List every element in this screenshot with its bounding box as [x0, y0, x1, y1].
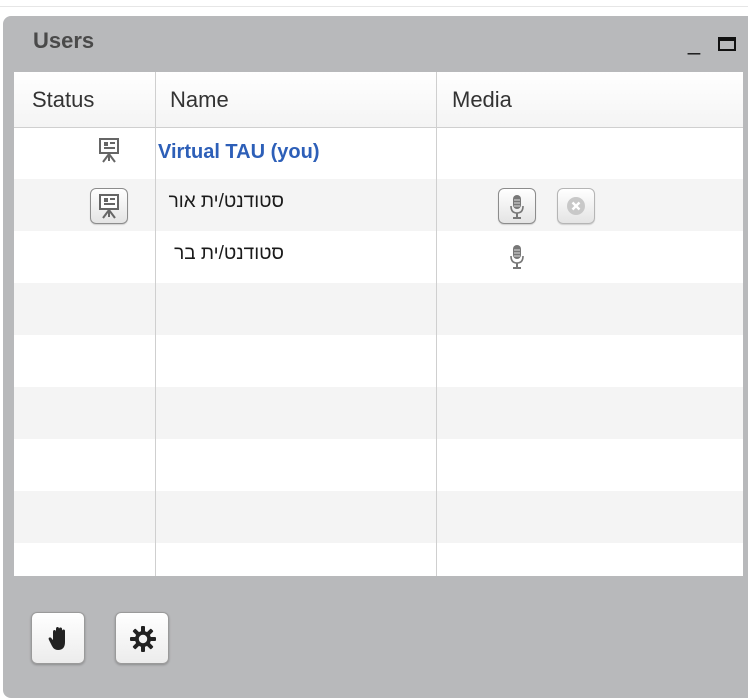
- empty-row: [14, 387, 743, 439]
- user-row[interactable]: סטודנט/ית בר: [14, 231, 743, 283]
- empty-row: [14, 283, 743, 335]
- column-divider: [436, 72, 437, 576]
- users-grid: Status Name Media Virtual TAU (you) סטוד…: [14, 72, 743, 576]
- user-name[interactable]: סטודנט/ית בר: [158, 243, 284, 265]
- column-divider: [155, 72, 156, 576]
- remove-user-button[interactable]: [557, 188, 595, 224]
- user-name[interactable]: סטודנט/ית אור: [158, 191, 284, 213]
- empty-row: [14, 439, 743, 491]
- user-row[interactable]: Virtual TAU (you): [14, 127, 743, 179]
- maximize-button[interactable]: [718, 37, 736, 51]
- panel-footer: [3, 576, 748, 698]
- remove-icon: [567, 197, 585, 215]
- raise-hand-button[interactable]: [31, 612, 85, 664]
- user-row[interactable]: סטודנט/ית אור: [14, 179, 743, 231]
- grid-header: Status Name Media: [14, 72, 743, 128]
- raise-hand-icon: [48, 627, 65, 650]
- settings-button[interactable]: [115, 612, 169, 664]
- panel-title: Users: [33, 28, 95, 53]
- microphone-icon: [510, 195, 524, 219]
- users-panel: Users _ Status Name Media Virtual TAU (y…: [3, 16, 748, 698]
- user-name[interactable]: Virtual TAU (you): [158, 141, 319, 164]
- microphone-icon[interactable]: [509, 244, 525, 270]
- column-header-status[interactable]: Status: [32, 72, 94, 127]
- top-divider: [0, 6, 748, 7]
- minimize-button[interactable]: _: [683, 32, 705, 54]
- presenter-button[interactable]: [90, 188, 128, 224]
- settings-gear-icon: [130, 626, 156, 652]
- panel-titlebar[interactable]: Users _: [3, 16, 748, 70]
- empty-row: [14, 543, 743, 576]
- presenter-icon: [99, 194, 119, 219]
- empty-row: [14, 491, 743, 543]
- column-header-name[interactable]: Name: [170, 72, 229, 127]
- empty-row: [14, 335, 743, 387]
- microphone-button[interactable]: [498, 188, 536, 224]
- column-header-media[interactable]: Media: [452, 72, 512, 127]
- presenter-icon: [99, 138, 119, 163]
